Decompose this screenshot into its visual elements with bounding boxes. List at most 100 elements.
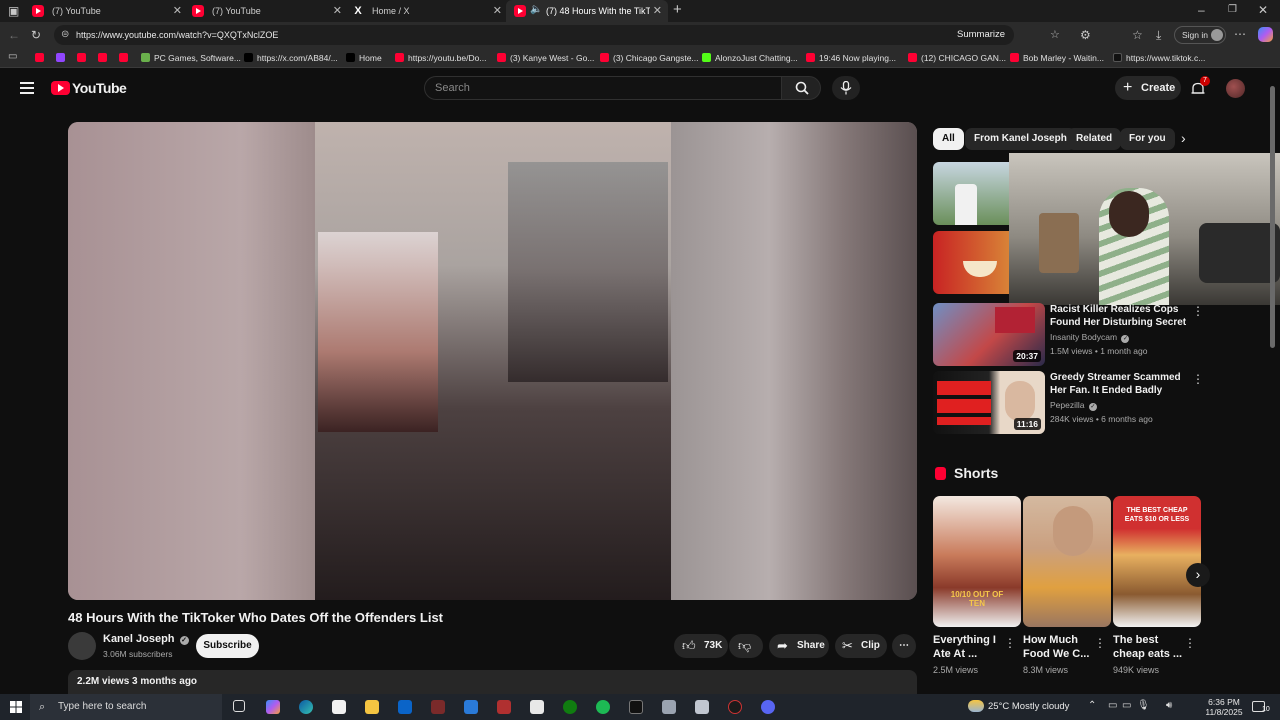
recommendation-title[interactable]: Greedy Streamer Scammed Her Fan. It Ende…	[1050, 371, 1190, 397]
volume-icon[interactable]: 🔊︎	[1166, 700, 1172, 711]
scrollbar-thumb[interactable]	[1270, 86, 1275, 348]
app-icon[interactable]	[464, 700, 478, 714]
store-icon[interactable]	[332, 700, 346, 714]
voice-search-button[interactable]	[832, 76, 860, 100]
more-vertical-icon[interactable]: ⋮	[1192, 372, 1204, 386]
app-icon[interactable]	[629, 700, 643, 714]
chip-for-you[interactable]: For you	[1120, 128, 1175, 150]
weather-icon[interactable]	[968, 700, 984, 712]
back-icon[interactable]: ←	[8, 28, 20, 42]
close-window-icon[interactable]: ✕	[1258, 3, 1268, 17]
maximize-icon[interactable]: ❐	[1228, 3, 1237, 17]
app-icon[interactable]	[728, 700, 742, 714]
bookmark-item[interactable]: (12) CHICAGO GAN...	[908, 51, 1006, 65]
hamburger-menu-icon[interactable]	[20, 82, 34, 94]
network-icon[interactable]: ▭	[1108, 700, 1117, 711]
copilot-icon[interactable]	[1258, 27, 1273, 42]
subscribe-button[interactable]: Subscribe	[196, 634, 259, 658]
create-button[interactable]: + Create	[1115, 76, 1181, 100]
microphone-icon[interactable]: 🎙︎	[1137, 700, 1150, 711]
spotify-icon[interactable]	[596, 700, 610, 714]
windows-start-icon[interactable]	[10, 701, 22, 713]
speaker-icon[interactable]: 🔈	[530, 4, 542, 15]
chip-all[interactable]: All	[933, 128, 964, 150]
file-explorer-icon[interactable]	[365, 700, 379, 714]
chevron-right-icon[interactable]: ›	[1181, 130, 1186, 146]
more-actions-button[interactable]: ⋯	[892, 634, 916, 658]
outlook-icon[interactable]	[398, 700, 412, 714]
chip-related[interactable]: Related	[1067, 128, 1122, 150]
search-input[interactable]: Search	[424, 76, 782, 100]
minimize-icon[interactable]: –	[1198, 3, 1205, 17]
short-title[interactable]: Everything I Ate At ...	[933, 633, 1007, 661]
more-menu-icon[interactable]: ⋯	[1234, 27, 1246, 41]
chevron-up-icon[interactable]: ⌃	[1088, 700, 1096, 711]
recommendation-thumbnail[interactable]: 11:16	[933, 371, 1045, 434]
channel-name[interactable]: Kanel Joseph ✓	[103, 633, 189, 645]
tab-youtube-2[interactable]: (7) YouTube ✕	[184, 0, 348, 22]
extensions-icon[interactable]: ⚙	[1080, 28, 1091, 42]
app-icon[interactable]	[662, 700, 676, 714]
new-tab-icon[interactable]: +	[673, 2, 682, 17]
close-tab-icon[interactable]: ✕	[173, 4, 182, 17]
tab-active-video[interactable]: 🔈 (7) 48 Hours With the TikTok ✕	[506, 0, 668, 22]
meet-icon[interactable]: ▭	[1122, 700, 1131, 711]
bookmark-item[interactable]: 19:46 Now playing...	[806, 51, 896, 65]
close-tab-icon[interactable]: ✕	[493, 4, 502, 17]
refresh-icon[interactable]: ↻	[31, 28, 41, 42]
summarize-label[interactable]: Summarize	[957, 25, 1005, 45]
bookmark-youtube-icon[interactable]	[35, 53, 44, 62]
task-view-icon[interactable]	[233, 700, 245, 712]
channel-avatar[interactable]	[68, 632, 96, 660]
more-vertical-icon[interactable]: ⋮	[1184, 636, 1196, 650]
copilot-icon[interactable]	[266, 700, 280, 714]
game-app-icon[interactable]	[497, 700, 511, 714]
app-icon[interactable]	[530, 700, 544, 714]
short-thumbnail[interactable]	[1023, 496, 1111, 627]
tab-youtube-1[interactable]: (7) YouTube ✕	[24, 0, 188, 22]
discord-icon[interactable]	[761, 700, 775, 714]
search-button[interactable]	[781, 76, 821, 100]
favorites-icon[interactable]: ☆	[1132, 28, 1143, 42]
bookmark-item[interactable]: (3) Kanye West - Go...	[497, 51, 594, 65]
site-info-icon[interactable]: ⊜	[61, 25, 69, 45]
notifications-button[interactable]: 7	[1190, 76, 1210, 97]
chip-from-channel[interactable]: From Kanel Joseph	[965, 128, 1076, 150]
bookmark-item[interactable]: https://www.tiktok.c...	[1113, 51, 1205, 65]
share-button[interactable]: ➦ Share	[769, 634, 829, 658]
bookmark-item[interactable]: PC Games, Software...	[141, 51, 241, 65]
bookmark-youtube-icon[interactable]	[77, 53, 86, 62]
shorts-next-button[interactable]: ›	[1186, 563, 1210, 587]
taskbar-search-field[interactable]: ⌕ Type here to search	[30, 694, 222, 720]
window-menu-icon[interactable]: ▣	[8, 4, 19, 18]
recommendation-thumbnail[interactable]: 20:37	[933, 303, 1045, 366]
clip-button[interactable]: ✂ Clip	[835, 634, 887, 658]
description-box[interactable]: 2.2M views 3 months ago	[68, 670, 917, 694]
recommendation-channel[interactable]: Pepezilla ✓	[1050, 400, 1097, 411]
video-player[interactable]	[68, 122, 917, 600]
bookmark-item[interactable]: https://youtu.be/Do...	[395, 51, 486, 65]
like-button[interactable]: 👍︎ 73K	[674, 634, 728, 658]
bookmark-twitch-icon[interactable]	[56, 53, 65, 62]
recommendation-channel[interactable]: Insanity Bodycam ✓	[1050, 332, 1130, 343]
short-title[interactable]: How Much Food We C...	[1023, 633, 1097, 661]
short-thumbnail[interactable]: THE BEST CHEAP EATS $10 OR LESS	[1113, 496, 1201, 627]
system-clock[interactable]: 6:36 PM 11/8/2025	[1200, 697, 1248, 717]
close-tab-icon[interactable]: ✕	[653, 4, 662, 17]
bookmark-youtube-icon[interactable]	[119, 53, 128, 62]
more-vertical-icon[interactable]: ⋮	[1094, 636, 1106, 650]
bookmark-youtube-icon[interactable]	[98, 53, 107, 62]
page-scrollbar[interactable]	[1270, 78, 1276, 690]
bookmark-item[interactable]: Bob Marley - Waitin...	[1010, 51, 1104, 65]
account-avatar[interactable]	[1226, 79, 1245, 98]
dislike-button[interactable]: 👎︎	[729, 634, 763, 658]
close-tab-icon[interactable]: ✕	[333, 4, 342, 17]
bookmark-item[interactable]: https://x.com/AB84/...	[244, 51, 338, 65]
xbox-icon[interactable]	[563, 700, 577, 714]
bookmark-item[interactable]: (3) Chicago Gangste...	[600, 51, 699, 65]
bookmark-reading-icon[interactable]: ▭	[8, 50, 17, 64]
more-vertical-icon[interactable]: ⋮	[1192, 304, 1204, 318]
bookmark-item[interactable]: Home	[346, 51, 382, 65]
more-vertical-icon[interactable]: ⋮	[1004, 636, 1016, 650]
star-icon[interactable]: ☆	[1050, 25, 1060, 45]
